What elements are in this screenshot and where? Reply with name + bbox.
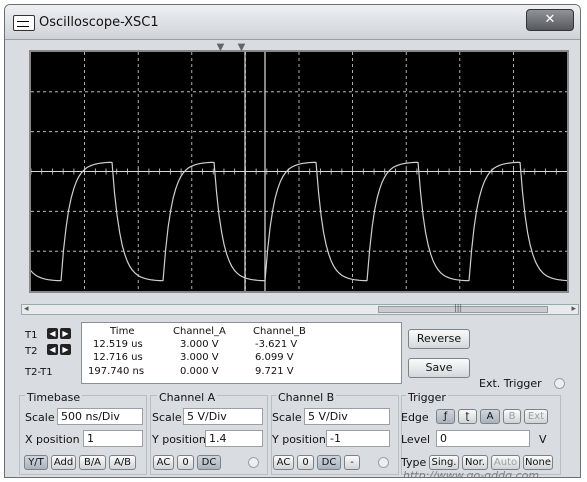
trigger-normal-button[interactable]: Nor. bbox=[462, 455, 488, 470]
cursor-t2-marker[interactable]: ▼ bbox=[236, 42, 247, 53]
reverse-button[interactable]: Reverse bbox=[408, 329, 470, 349]
t1-right-arrow-icon[interactable]: ▶ bbox=[60, 328, 71, 339]
channel-a-zero-button[interactable]: 0 bbox=[177, 455, 194, 470]
mode-yt-button[interactable]: Y/T bbox=[24, 455, 48, 470]
channel-b-scale-field[interactable]: 5 V/Div bbox=[304, 408, 390, 425]
channel-b-scale-label: Scale bbox=[272, 411, 302, 424]
t2-t1-label: T2-T1 bbox=[25, 367, 53, 378]
trigger-level-field[interactable]: 0 bbox=[436, 430, 530, 447]
falling-edge-icon[interactable]: ʈ bbox=[458, 409, 477, 424]
t2-channel-a: 3.000 V bbox=[180, 352, 219, 363]
channel-a-ypos-label: Y position bbox=[152, 433, 206, 446]
title-bar[interactable]: Oscilloscope-XSC1 ✕ bbox=[5, 5, 580, 40]
t2-time: 12.716 us bbox=[93, 352, 143, 363]
delta-channel-a: 0.000 V bbox=[180, 366, 219, 377]
waveform-display bbox=[31, 52, 567, 291]
t2-right-arrow-icon[interactable]: ▶ bbox=[60, 344, 71, 355]
oscilloscope-screen bbox=[29, 50, 569, 293]
header-channel-a: Channel_A bbox=[173, 326, 226, 337]
channel-b-ypos-label: Y position bbox=[272, 433, 326, 446]
timebase-title: Timebase bbox=[25, 391, 83, 404]
window-title: Oscilloscope-XSC1 bbox=[39, 15, 159, 30]
ext-trigger-terminal[interactable] bbox=[554, 378, 565, 389]
mode-ab-button[interactable]: A/B bbox=[109, 455, 136, 470]
scrollbar-grip: ||| bbox=[454, 303, 463, 312]
channel-b-terminal[interactable] bbox=[378, 457, 389, 468]
rising-edge-icon[interactable]: ƒ bbox=[436, 409, 455, 424]
t1-channel-a: 3.000 V bbox=[180, 339, 219, 350]
t1-channel-b: -3.621 V bbox=[255, 339, 298, 350]
oscilloscope-app-icon bbox=[13, 15, 35, 31]
save-button[interactable]: Save bbox=[408, 358, 470, 378]
header-time: Time bbox=[110, 326, 135, 337]
t2-label: T2 bbox=[25, 346, 38, 357]
watermark-text: http://www.go-gddq.com bbox=[403, 469, 540, 478]
channel-a-terminal[interactable] bbox=[248, 457, 259, 468]
channel-a-title: Channel A bbox=[157, 391, 218, 404]
channel-a-scale-label: Scale bbox=[152, 411, 182, 424]
mode-add-button[interactable]: Add bbox=[51, 455, 76, 470]
trigger-title: Trigger bbox=[406, 391, 448, 404]
trigger-level-unit: V bbox=[539, 433, 547, 446]
cursor-t1-marker[interactable]: ▼ bbox=[215, 42, 226, 53]
trigger-source-ext-button[interactable]: Ext bbox=[524, 409, 548, 424]
t2-left-arrow-icon[interactable]: ◀ bbox=[47, 344, 58, 355]
mode-ba-button[interactable]: B/A bbox=[79, 455, 106, 470]
horizontal-scrollbar[interactable]: ◂ ||| ▸ bbox=[21, 303, 579, 315]
trigger-source-a-button[interactable]: A bbox=[480, 409, 500, 424]
delta-channel-b: 9.721 V bbox=[255, 366, 294, 377]
channel-b-ac-button[interactable]: AC bbox=[273, 455, 294, 470]
x-position-label: X position bbox=[25, 433, 80, 446]
trigger-level-label: Level bbox=[401, 433, 431, 446]
channel-b-invert-button[interactable]: - bbox=[344, 455, 360, 470]
trigger-source-b-button[interactable]: B bbox=[503, 409, 521, 424]
delta-time: 197.740 ns bbox=[88, 366, 145, 377]
trigger-auto-button[interactable]: Auto bbox=[491, 455, 520, 470]
channel-b-ypos-field[interactable]: -1 bbox=[326, 430, 390, 447]
ext-trigger-label: Ext. Trigger bbox=[479, 377, 542, 390]
oscilloscope-window: Oscilloscope-XSC1 ✕ ▼ ▼ ◂ ||| ▸ T1 ◀ ▶ T… bbox=[4, 4, 581, 478]
channel-a-ac-button[interactable]: AC bbox=[153, 455, 174, 470]
scrollbar-thumb[interactable]: ||| bbox=[378, 303, 548, 313]
channel-a-dc-button[interactable]: DC bbox=[197, 455, 221, 470]
channel-a-scale-field[interactable]: 5 V/Div bbox=[183, 408, 263, 425]
scroll-right-arrow-icon[interactable]: ▸ bbox=[571, 304, 576, 314]
t1-left-arrow-icon[interactable]: ◀ bbox=[47, 328, 58, 339]
trigger-none-button[interactable]: None bbox=[523, 455, 553, 470]
t1-label: T1 bbox=[25, 330, 38, 341]
trigger-edge-label: Edge bbox=[401, 411, 429, 424]
channel-a-ypos-field[interactable]: 1.4 bbox=[205, 430, 263, 447]
timebase-scale-label: Scale bbox=[25, 411, 55, 424]
scroll-left-arrow-icon[interactable]: ◂ bbox=[24, 304, 29, 314]
timebase-scale-field[interactable]: 500 ns/Div bbox=[57, 408, 143, 425]
t2-channel-b: 6.099 V bbox=[255, 352, 294, 363]
channel-b-dc-button[interactable]: DC bbox=[317, 455, 341, 470]
trigger-single-button[interactable]: Sing. bbox=[429, 455, 459, 470]
channel-b-zero-button[interactable]: 0 bbox=[297, 455, 314, 470]
t1-time: 12.519 us bbox=[93, 339, 143, 350]
close-button[interactable]: ✕ bbox=[526, 9, 574, 31]
trigger-type-label: Type bbox=[401, 456, 427, 469]
header-channel-b: Channel_B bbox=[253, 326, 306, 337]
x-position-field[interactable]: 1 bbox=[83, 430, 143, 447]
cursor-readout-table: Time Channel_A Channel_B 12.519 us 3.000… bbox=[81, 322, 402, 384]
channel-b-title: Channel B bbox=[276, 391, 337, 404]
